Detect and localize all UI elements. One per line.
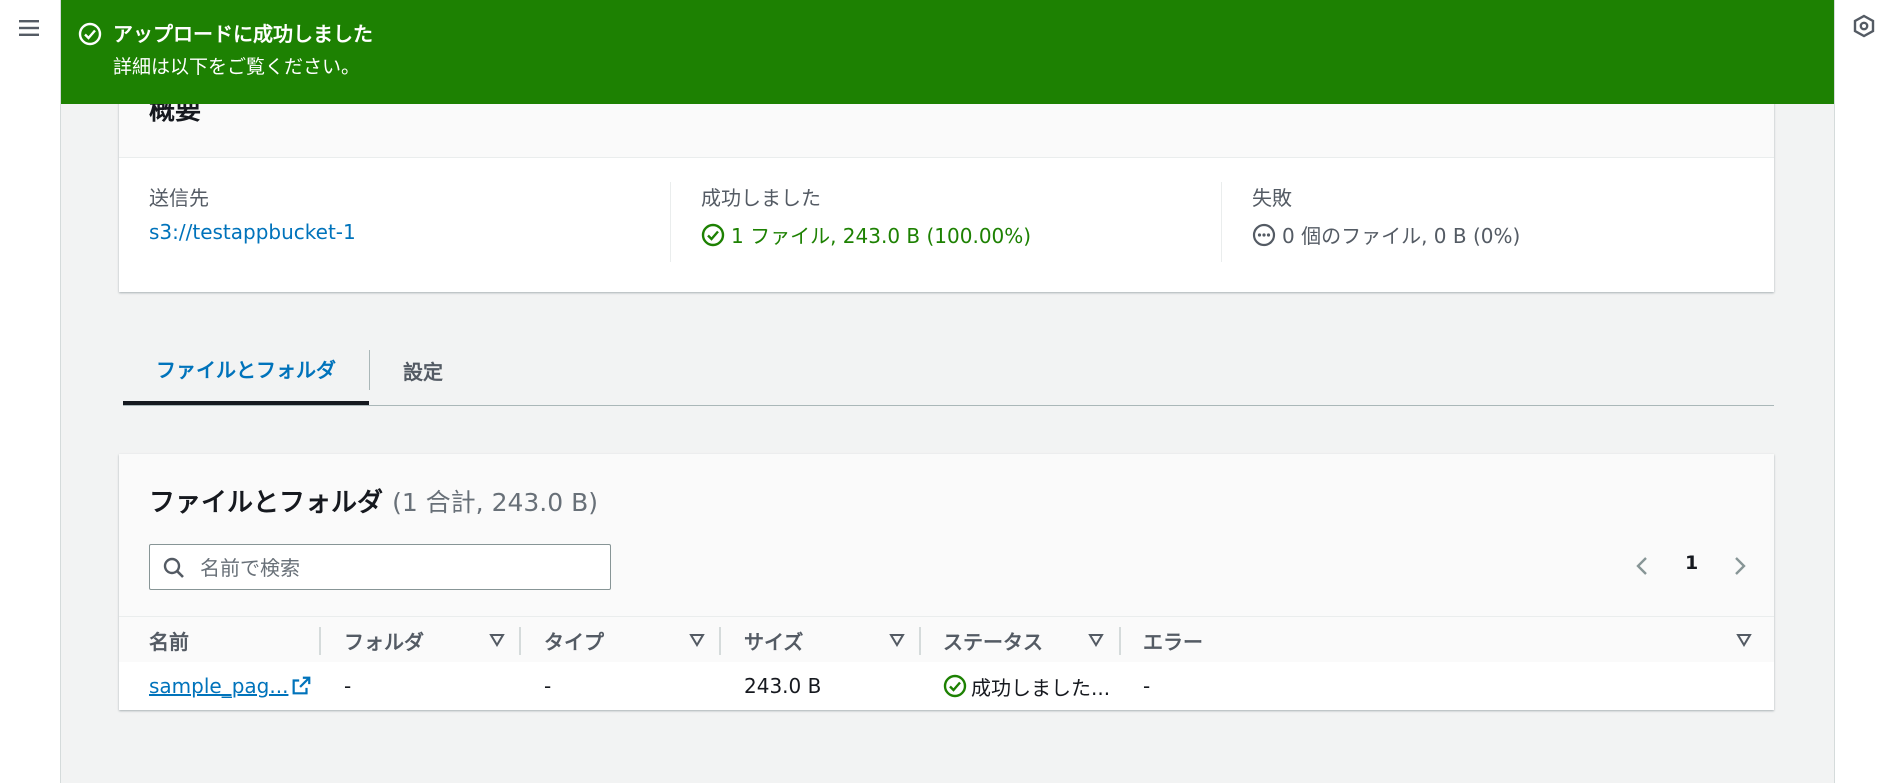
destination-value: s3://testappbucket-1: [149, 220, 356, 244]
succeeded-text: 1 ファイル, 243.0 B (100.00%): [731, 224, 1032, 248]
file-name-link[interactable]: sample_pag...: [149, 674, 288, 698]
column-header-folder[interactable]: フォルダ: [344, 617, 424, 663]
sort-triangle-icon[interactable]: [1087, 631, 1105, 649]
succeeded-column: 成功しました 1 ファイル, 243.0 B (100.00%): [670, 182, 1222, 262]
column-header-name[interactable]: 名前: [149, 617, 189, 663]
sort-triangle-icon[interactable]: [488, 631, 506, 649]
page-number[interactable]: 1: [1685, 552, 1698, 574]
cell-name: sample_pag...: [149, 662, 312, 710]
cell-error: -: [1143, 674, 1151, 698]
success-check-circle-icon: [78, 22, 102, 46]
column-header-status[interactable]: ステータス: [943, 617, 1043, 663]
ellipsis-circle-icon: [1252, 223, 1276, 246]
status-text: 成功しました...: [971, 675, 1111, 700]
files-title-text: ファイルとフォルダ: [149, 488, 384, 518]
sort-triangle-icon[interactable]: [1735, 631, 1753, 649]
chevron-right-icon[interactable]: [1727, 554, 1751, 578]
files-container: ファイルとフォルダ (1 合計, 243.0 B) 1: [119, 454, 1774, 710]
sort-triangle-icon[interactable]: [688, 631, 706, 649]
column-divider: [719, 627, 721, 655]
tab-bar: ファイルとフォルダ 設定: [123, 336, 1774, 406]
failed-column: 失敗 0 個のファイル, 0 B (0%): [1221, 182, 1775, 262]
column-header-type[interactable]: タイプ: [544, 617, 604, 663]
success-flash-banner: アップロードに成功しました 詳細は以下をご覧ください。: [61, 0, 1834, 104]
tab-settings[interactable]: 設定: [370, 336, 476, 404]
hamburger-menu-icon[interactable]: [17, 16, 41, 40]
check-circle-icon: [943, 674, 967, 698]
destination-link[interactable]: s3://testappbucket-1: [149, 220, 356, 244]
right-utility-rail: [1834, 0, 1891, 783]
cell-size: 243.0 B: [744, 674, 822, 698]
column-divider: [519, 627, 521, 655]
succeeded-value: 1 ファイル, 243.0 B (100.00%): [701, 220, 1031, 249]
search-icon: [163, 557, 184, 578]
files-title: ファイルとフォルダ (1 合計, 243.0 B): [149, 482, 598, 519]
column-header-error[interactable]: エラー: [1143, 617, 1203, 663]
external-link-icon[interactable]: [290, 675, 312, 697]
chevron-left-icon[interactable]: [1631, 554, 1655, 578]
search-box: [149, 544, 611, 590]
destination-label: 送信先: [149, 186, 209, 210]
table-header: 名前 フォルダ タイプ サイズ ステータス エラー: [119, 616, 1774, 664]
column-header-size[interactable]: サイズ: [744, 617, 803, 663]
flash-message: 詳細は以下をご覧ください。: [113, 56, 361, 78]
search-input[interactable]: [198, 551, 602, 585]
files-header: ファイルとフォルダ (1 合計, 243.0 B) 1: [119, 454, 1774, 616]
flash-title: アップロードに成功しました: [113, 22, 373, 46]
failed-text: 0 個のファイル, 0 B (0%): [1282, 224, 1521, 248]
files-count: (1 合計, 243.0 B): [392, 488, 598, 517]
left-navigation: [0, 0, 61, 783]
check-circle-icon: [701, 223, 725, 246]
cell-status: 成功しました...: [943, 662, 1110, 710]
failed-label: 失敗: [1252, 186, 1292, 210]
succeeded-label: 成功しました: [701, 186, 821, 210]
tab-files-and-folders[interactable]: ファイルとフォルダ: [123, 336, 369, 405]
table-row: sample_pag... - - 243.0 B 成功しました... -: [119, 662, 1774, 710]
column-divider: [1119, 627, 1121, 655]
main-content: 概要 送信先 s3://testappbucket-1 成功しました 1 ファイ…: [61, 0, 1834, 783]
hexagon-gear-icon[interactable]: [1852, 14, 1876, 38]
failed-value: 0 個のファイル, 0 B (0%): [1252, 220, 1520, 249]
pagination: 1: [1631, 552, 1751, 582]
sort-triangle-icon[interactable]: [888, 631, 906, 649]
column-divider: [919, 627, 921, 655]
cell-type: -: [544, 674, 552, 698]
tab-label: 設定: [403, 359, 443, 384]
column-divider: [319, 627, 321, 655]
destination-column: 送信先 s3://testappbucket-1: [119, 182, 670, 262]
tab-label: ファイルとフォルダ: [156, 358, 336, 382]
cell-folder: -: [344, 674, 352, 698]
